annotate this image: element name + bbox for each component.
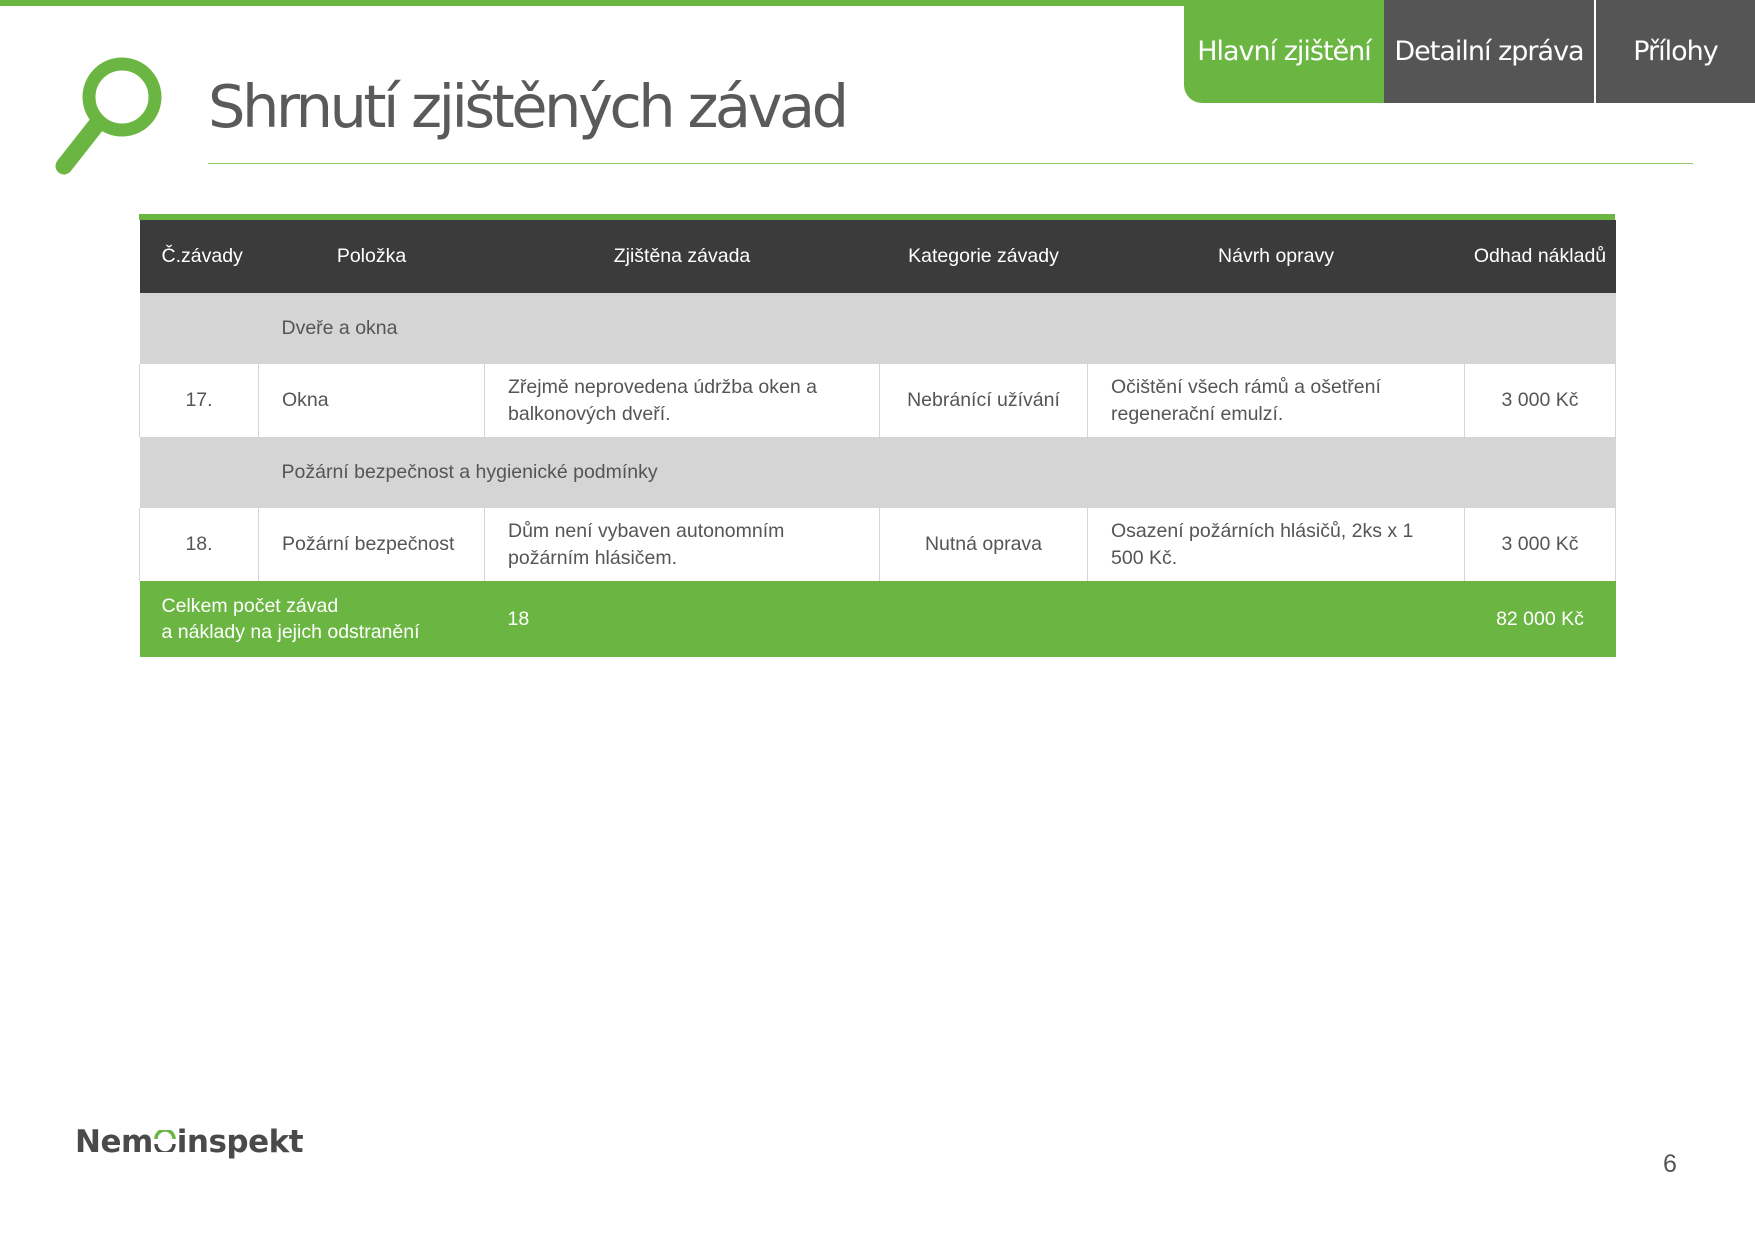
page-title: Shrnutí zjištěných závad <box>208 72 849 141</box>
defect-description: Zřejmě neprovedena údržba oken a balkono… <box>484 364 880 437</box>
top-accent-line <box>0 0 1190 6</box>
defects-summary-table: Č.závady Položka Zjištěna závada Kategor… <box>139 214 1616 657</box>
column-header-defect: Zjištěna závada <box>484 220 880 293</box>
total-cost: 82 000 Kč <box>1464 581 1616 657</box>
column-header-category: Kategorie závady <box>879 220 1088 293</box>
defect-item: Požární bezpečnost <box>258 508 485 581</box>
total-label-line1: Celkem počet závad <box>161 595 339 617</box>
title-divider <box>208 163 1693 164</box>
defect-category: Nutná oprava <box>879 508 1088 581</box>
total-label-line2: a náklady na jejich odstranění <box>161 621 420 643</box>
group-spacer <box>139 293 259 364</box>
nemoinspekt-logo: Nem inspekt <box>75 1124 304 1160</box>
repair-proposal: Osazení požárních hlásičů, 2ks x 1 500 K… <box>1087 508 1465 581</box>
page-number: 6 <box>1663 1150 1677 1178</box>
table-header-row: Č.závady Položka Zjištěna závada Kategor… <box>139 220 1616 293</box>
column-header-number: Č.závady <box>139 220 259 293</box>
tab-prilohy[interactable]: Přílohy <box>1596 0 1755 103</box>
total-defect-count: 18 <box>484 581 1465 657</box>
defect-item: Okna <box>258 364 485 437</box>
defect-category: Nebránící užívání <box>879 364 1088 437</box>
group-label: Požární bezpečnost a hygienické podmínky <box>258 437 1616 508</box>
defect-number: 17. <box>139 364 259 437</box>
cost-estimate: 3 000 Kč <box>1464 364 1616 437</box>
logo-o-mark-icon <box>154 1124 176 1155</box>
section-tabs: Hlavní zjištění Detailní zpráva Přílohy <box>1184 0 1755 103</box>
defect-number: 18. <box>139 508 259 581</box>
column-header-repair: Návrh opravy <box>1087 220 1465 293</box>
column-header-item: Položka <box>258 220 485 293</box>
group-row: Požární bezpečnost a hygienické podmínky <box>139 437 1616 508</box>
repair-proposal: Očištění všech rámů a ošetření regenerač… <box>1087 364 1465 437</box>
group-row: Dveře a okna <box>139 293 1616 364</box>
tab-detailni-zprava[interactable]: Detailní zpráva <box>1384 0 1596 103</box>
total-row: Celkem počet závad a náklady na jejich o… <box>139 581 1616 657</box>
cost-estimate: 3 000 Kč <box>1464 508 1616 581</box>
group-label: Dveře a okna <box>258 293 1616 364</box>
table-row: 18. Požární bezpečnost Dům není vybaven … <box>139 508 1616 581</box>
group-spacer <box>139 437 259 508</box>
total-label: Celkem počet závad a náklady na jejich o… <box>139 581 485 657</box>
tab-hlavni-zjisteni[interactable]: Hlavní zjištění <box>1184 0 1384 103</box>
column-header-cost: Odhad nákladů <box>1464 220 1616 293</box>
defect-description: Dům není vybaven autonomním požárním hlá… <box>484 508 880 581</box>
table-row: 17. Okna Zřejmě neprovedena údržba oken … <box>139 364 1616 437</box>
logo-text-end: inspekt <box>176 1124 304 1160</box>
logo-text-start: Nem <box>75 1124 153 1160</box>
magnifier-icon <box>55 57 162 175</box>
